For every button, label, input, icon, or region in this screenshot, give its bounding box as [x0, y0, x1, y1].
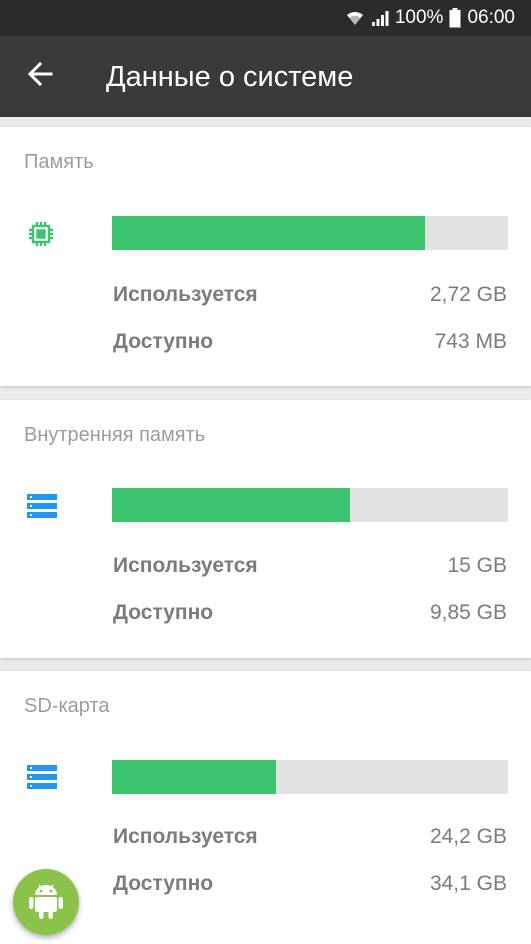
usage-bar-fill: [112, 216, 425, 250]
arrow-back-icon: [27, 61, 53, 92]
available-value: 34,1 GB: [429, 872, 507, 895]
back-button[interactable]: [18, 54, 62, 98]
memory-usage-bar: [112, 216, 508, 250]
available-value: 9,85 GB: [429, 601, 507, 624]
wifi-icon: [345, 9, 365, 27]
card-title: Внутренняя память: [24, 424, 206, 446]
internal-storage-usage-bar: [112, 488, 508, 522]
card-title: SD-карта: [24, 695, 110, 717]
available-value: 743 MB: [434, 330, 507, 353]
app-bar: Данные о системе: [0, 36, 531, 117]
storage-icon: [26, 763, 58, 795]
available-label: Доступно: [113, 872, 214, 895]
sd-card-usage-bar: [112, 760, 508, 794]
used-value: 24,2 GB: [429, 825, 507, 848]
used-value: 2,72 GB: [429, 283, 507, 306]
internal-storage-card: Внутренняя память Используется 15 GB Дос…: [0, 400, 531, 658]
clock: 06:00: [467, 7, 515, 28]
sd-card-card: SD-карта Используется 24,2 GB Доступно 3…: [0, 671, 531, 944]
used-label: Используется: [113, 825, 258, 848]
used-value: 15 GB: [447, 554, 507, 577]
usage-bar-fill: [112, 760, 277, 794]
android-icon: [27, 880, 65, 925]
available-label: Доступно: [113, 330, 214, 353]
memory-card: Память Используется 2,72 GB Доступно 743…: [0, 127, 531, 386]
usage-bar-fill: [112, 488, 350, 522]
available-label: Доступно: [113, 601, 214, 624]
memory-chip-icon: [26, 219, 58, 251]
used-label: Используется: [113, 554, 258, 577]
signal-icon: [371, 9, 389, 27]
page-title: Данные о системе: [106, 61, 354, 93]
status-bar: 100% 06:00: [0, 0, 531, 36]
battery-percent: 100%: [394, 7, 444, 28]
android-fab-button[interactable]: [13, 869, 79, 935]
battery-icon: [449, 8, 461, 28]
card-title: Память: [24, 151, 94, 173]
used-label: Используется: [113, 283, 258, 306]
storage-icon: [26, 492, 58, 524]
